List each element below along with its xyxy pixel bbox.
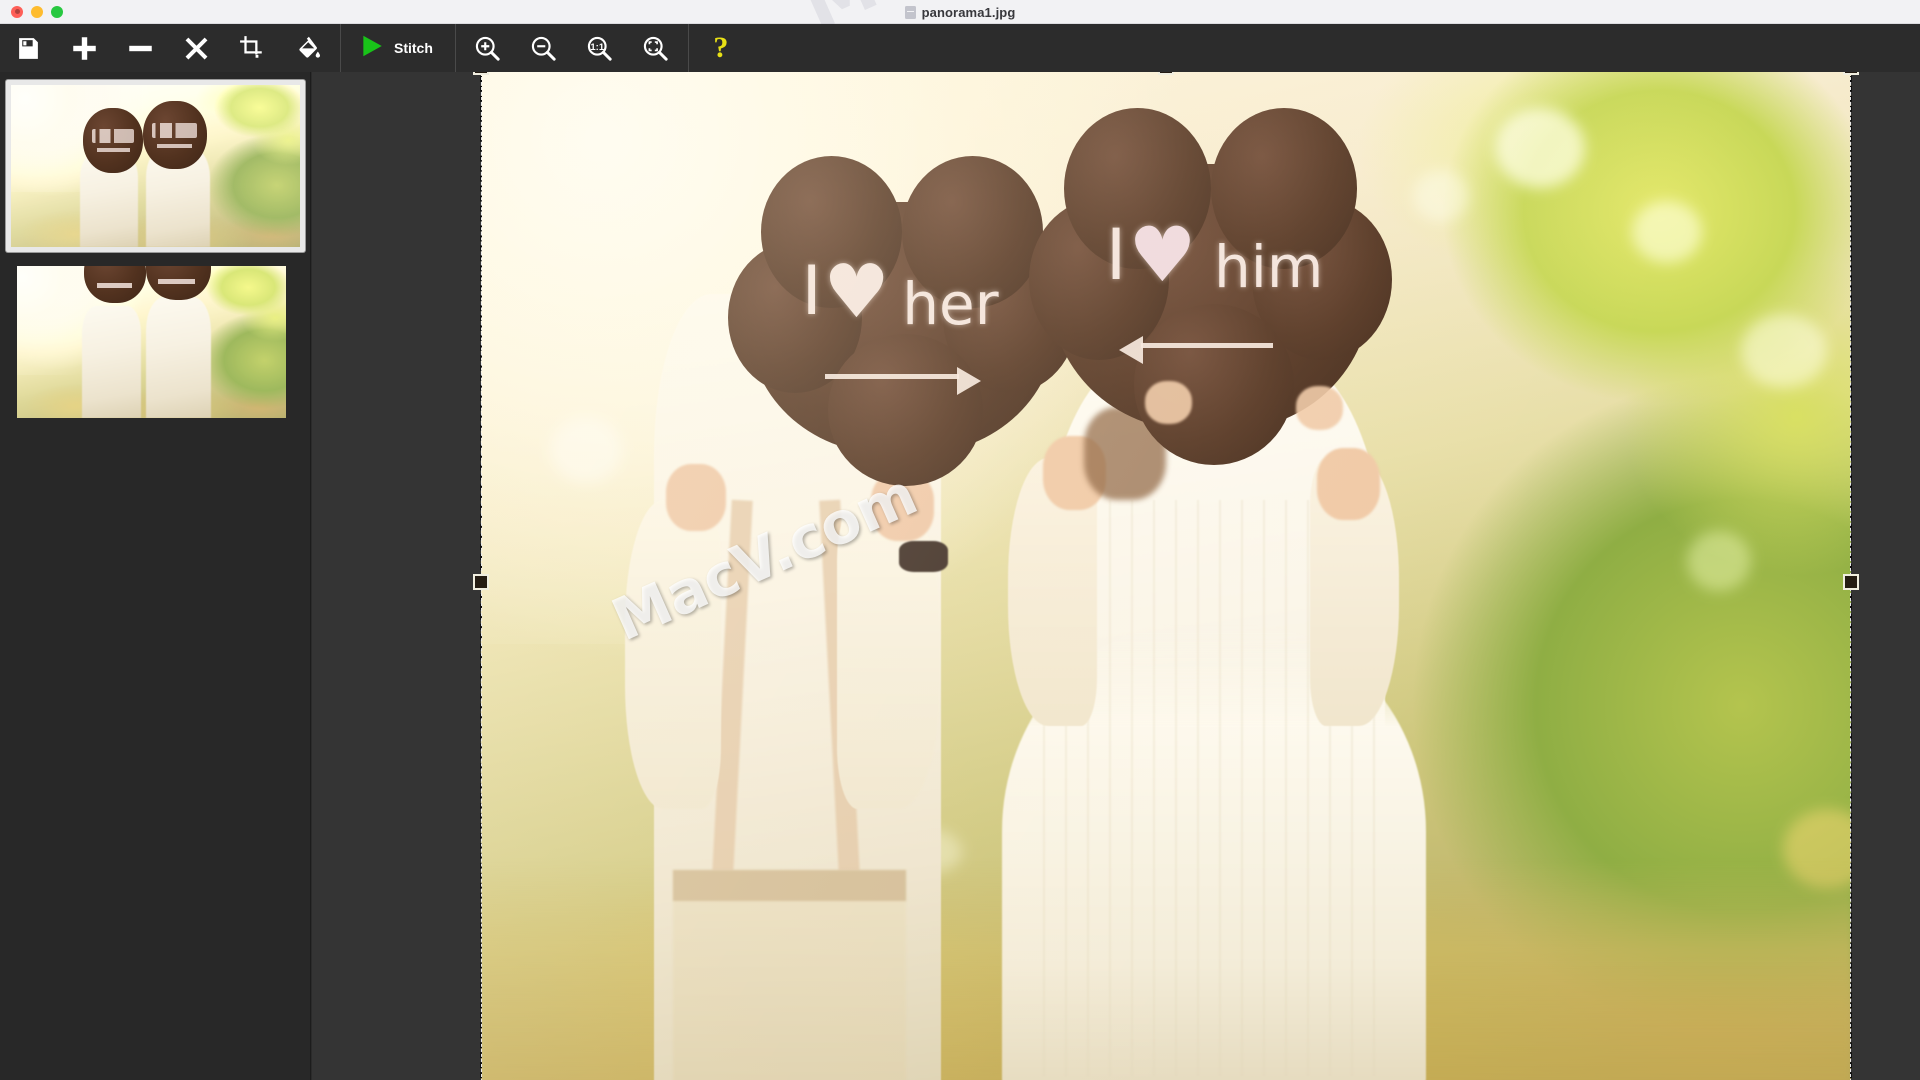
- thumbnail-item-2[interactable]: [17, 266, 286, 418]
- selection-handle-middle-left[interactable]: [473, 574, 489, 590]
- sign-right-heart: ♥: [1128, 209, 1197, 299]
- play-triangle-icon: [359, 33, 385, 64]
- sign-i-love-her: I ♥ her: [727, 149, 1077, 486]
- delete-button[interactable]: [168, 24, 224, 72]
- selection-handle-top-right[interactable]: [1843, 72, 1859, 75]
- photo-selection-frame[interactable]: I ♥ her I ♥ him: [473, 72, 1859, 1080]
- add-button[interactable]: [56, 24, 112, 72]
- magnifier-fit-icon: [642, 35, 669, 62]
- toolbar-divider-1: [340, 24, 341, 72]
- close-window-button[interactable]: [11, 5, 23, 18]
- magnifier-1to1-icon: 1:1: [586, 35, 613, 62]
- title-bar: panorama1.jpg MacV.com: [0, 0, 1920, 47]
- sign-right-word: him: [1214, 232, 1324, 301]
- question-mark-icon: ?: [713, 31, 729, 64]
- selection-handle-top-left[interactable]: [473, 72, 489, 75]
- zoom-tools-group: 1:1: [460, 24, 684, 72]
- thumbnail-1-image: [10, 85, 300, 248]
- main-toolbar: Stitch 1:1 ?: [0, 24, 1920, 72]
- svg-text:1:1: 1:1: [591, 42, 605, 53]
- zoom-actual-button[interactable]: 1:1: [572, 24, 628, 72]
- paint-bucket-icon: [295, 35, 321, 61]
- magnifier-plus-icon: [474, 35, 501, 62]
- arrow-right-icon: [825, 366, 982, 395]
- arrow-left-icon: [1118, 335, 1274, 364]
- maximize-window-button[interactable]: [51, 5, 63, 18]
- magnifier-minus-icon: [530, 35, 557, 62]
- remove-button[interactable]: [112, 24, 168, 72]
- minimize-window-button[interactable]: [31, 5, 43, 18]
- file-tools-group: [0, 24, 336, 72]
- main-photo: I ♥ her I ♥ him: [481, 72, 1851, 1080]
- crop-icon: [239, 35, 265, 61]
- document-icon: [904, 5, 916, 19]
- thumbnail-item-1[interactable]: [5, 80, 305, 253]
- sign-right-letter-i: I: [1105, 214, 1127, 297]
- thumbnail-sidebar[interactable]: [0, 72, 311, 1080]
- crop-button[interactable]: [224, 24, 280, 72]
- zoom-in-button[interactable]: [460, 24, 516, 72]
- window-title-group: panorama1.jpg: [0, 0, 1920, 24]
- thumbnail-2-image: [17, 266, 286, 418]
- zoom-fit-button[interactable]: [628, 24, 684, 72]
- window-title: panorama1.jpg: [921, 4, 1016, 20]
- floppy-disk-icon: [16, 36, 41, 61]
- plus-icon: [71, 35, 98, 62]
- minus-icon: [127, 35, 154, 62]
- image-canvas[interactable]: I ♥ her I ♥ him MacV.com: [312, 72, 1920, 1080]
- help-button[interactable]: ?: [693, 24, 749, 72]
- sign-left-heart: ♥: [823, 248, 890, 335]
- save-button[interactable]: [0, 24, 56, 72]
- selection-handle-middle-right[interactable]: [1843, 574, 1859, 590]
- stitch-button[interactable]: Stitch: [345, 24, 451, 72]
- selection-handle-top-center[interactable]: [1158, 72, 1174, 75]
- stitch-button-label: Stitch: [394, 40, 433, 56]
- toolbar-divider-3: [687, 24, 689, 72]
- fill-button[interactable]: [280, 24, 336, 72]
- traffic-light-controls: [11, 5, 63, 18]
- app-window: panorama1.jpg MacV.com: [0, 0, 1920, 1080]
- toolbar-divider-2: [454, 24, 456, 72]
- sign-left-letter-i: I: [801, 252, 822, 332]
- sign-left-word: her: [902, 269, 999, 338]
- close-x-icon: [184, 36, 209, 61]
- zoom-out-button[interactable]: [516, 24, 572, 72]
